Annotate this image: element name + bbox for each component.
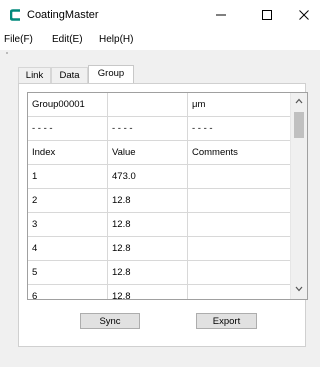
tab-data[interactable]: Data [51,67,88,83]
table-row[interactable]: 4 12.8 [28,237,292,261]
table-row[interactable]: 6 12.8 [28,285,292,299]
comment-cell[interactable] [188,261,292,285]
index-header[interactable]: Index [28,141,108,165]
menu-separator [6,52,8,54]
value-cell[interactable]: 12.8 [108,285,188,299]
table-row[interactable]: 5 12.8 [28,261,292,285]
comment-cell[interactable] [188,189,292,213]
window-title: CoatingMaster [27,9,99,21]
scroll-thumb[interactable] [294,112,304,138]
value-cell[interactable]: 473.0 [108,165,188,189]
title-bar: CoatingMaster [0,0,320,30]
scroll-up-button[interactable] [291,94,307,110]
minimize-button[interactable] [201,0,241,30]
tab-link[interactable]: Link [18,67,51,83]
separator-cell[interactable]: - - - - [108,117,188,141]
close-icon [299,10,309,20]
sync-button[interactable]: Sync [80,313,140,329]
coatingmaster-logo-icon [10,9,20,21]
maximize-button[interactable] [247,0,287,30]
table-header-row[interactable]: Index Value Comments [28,141,292,165]
value-cell[interactable]: 12.8 [108,189,188,213]
menu-help[interactable]: Help(H) [99,34,133,45]
scroll-down-button[interactable] [291,282,307,298]
separator-cell[interactable]: - - - - [28,117,108,141]
table-row[interactable]: 3 12.8 [28,213,292,237]
tab-group[interactable]: Group [88,65,134,83]
value-cell[interactable]: 12.8 [108,261,188,285]
table-row[interactable]: - - - - - - - - - - - - [28,117,292,141]
menu-edit[interactable]: Edit(E) [52,34,83,45]
chevron-up-icon [295,98,303,104]
index-cell[interactable]: 3 [28,213,108,237]
comment-cell[interactable] [188,285,292,299]
menu-file[interactable]: File(F) [4,34,33,45]
close-button[interactable] [284,0,320,30]
unit-cell[interactable]: μm [188,93,292,117]
chevron-down-icon [295,286,303,292]
index-cell[interactable]: 4 [28,237,108,261]
group-name-cell[interactable]: Group00001 [28,93,108,117]
comments-header[interactable]: Comments [188,141,292,165]
menu-bar: File(F) Edit(E) Help(H) [0,30,320,50]
group-data-grid[interactable]: Group00001 μm - - - - - - - - - - - - In… [27,92,308,300]
value-cell[interactable]: 12.8 [108,213,188,237]
index-cell[interactable]: 2 [28,189,108,213]
comment-cell[interactable] [188,165,292,189]
comment-cell[interactable] [188,213,292,237]
table-cell[interactable] [108,93,188,117]
minimize-icon [216,14,226,16]
value-header[interactable]: Value [108,141,188,165]
index-cell[interactable]: 1 [28,165,108,189]
group-tab-panel: Group00001 μm - - - - - - - - - - - - In… [18,83,308,347]
index-cell[interactable]: 5 [28,261,108,285]
index-cell[interactable]: 6 [28,285,108,299]
vertical-scrollbar[interactable] [290,93,307,299]
table-row[interactable]: 1 473.0 [28,165,292,189]
value-cell[interactable]: 12.8 [108,237,188,261]
table-row[interactable]: Group00001 μm [28,93,292,117]
table-row[interactable]: 2 12.8 [28,189,292,213]
comment-cell[interactable] [188,237,292,261]
export-button[interactable]: Export [196,313,257,329]
maximize-icon [262,10,272,20]
separator-cell[interactable]: - - - - [188,117,292,141]
